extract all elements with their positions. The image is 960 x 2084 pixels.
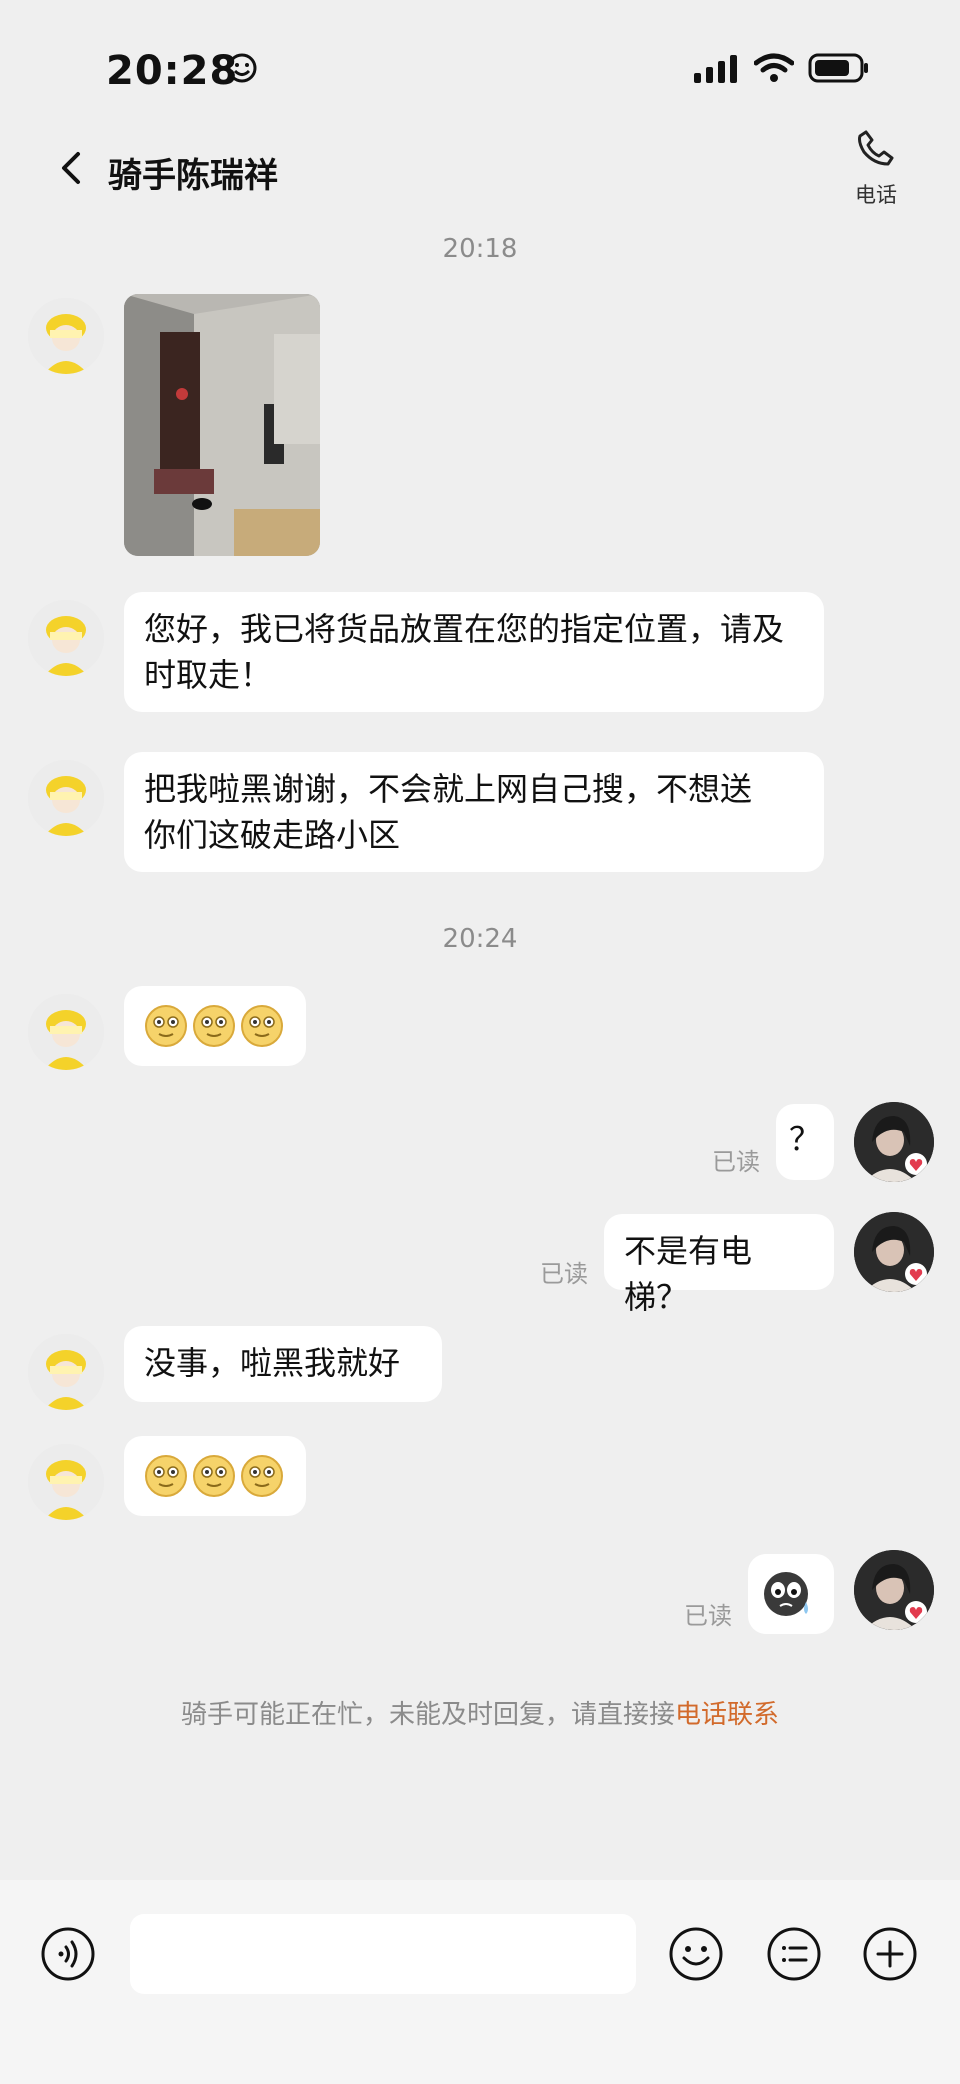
status-icons xyxy=(692,52,870,84)
my-sticker-bubble[interactable] xyxy=(748,1554,834,1634)
rider-avatar-icon xyxy=(28,600,104,676)
cry-sticker-icon xyxy=(764,1572,808,1616)
status-time: 20:28 xyxy=(106,48,239,94)
rider-avatar[interactable] xyxy=(28,1334,104,1410)
my-message-bubble[interactable]: ？ xyxy=(776,1104,834,1180)
rider-avatar-icon xyxy=(28,298,104,374)
smile-emoji-icon xyxy=(193,1455,235,1497)
signal-icon xyxy=(694,55,737,83)
rider-avatar-icon xyxy=(28,1444,104,1520)
my-avatar-icon xyxy=(854,1102,934,1182)
my-avatar-icon xyxy=(854,1550,934,1630)
my-avatar[interactable] xyxy=(854,1102,934,1182)
emoji-message[interactable] xyxy=(124,986,306,1066)
message-bubble[interactable]: 没事，啦黑我就好 xyxy=(124,1326,442,1402)
smile-icon xyxy=(669,1927,723,1981)
quick-reply-button[interactable] xyxy=(766,1926,822,1982)
timestamp: 20:24 xyxy=(442,924,518,954)
voice-icon xyxy=(41,1927,95,1981)
status-emoji-icon xyxy=(226,52,258,84)
call-label: 电话 xyxy=(855,183,897,207)
phone-icon xyxy=(858,130,894,166)
rider-avatar[interactable] xyxy=(28,994,104,1070)
my-avatar[interactable] xyxy=(854,1212,934,1292)
back-button[interactable] xyxy=(54,148,90,188)
rider-avatar[interactable] xyxy=(28,1444,104,1520)
list-icon xyxy=(767,1927,821,1981)
timestamp: 20:18 xyxy=(442,234,518,264)
battery-icon xyxy=(808,53,868,83)
read-receipt: 已读 xyxy=(712,1148,760,1176)
emoji-message[interactable] xyxy=(124,1436,306,1516)
system-notice: 骑手可能正在忙，未能及时回复，请直接接电话联系 xyxy=(0,1694,960,1731)
smile-emoji-icon xyxy=(241,1455,283,1497)
message-text: 没事，啦黑我就好 xyxy=(144,1344,401,1382)
rider-avatar[interactable] xyxy=(28,760,104,836)
rider-avatar[interactable] xyxy=(28,298,104,374)
rider-avatar-icon xyxy=(28,760,104,836)
call-button[interactable]: 电话 xyxy=(836,126,916,209)
message-text: 不是有电梯？ xyxy=(624,1232,753,1316)
my-message-bubble[interactable]: 不是有电梯？ xyxy=(604,1214,834,1316)
smile-emoji-icon xyxy=(193,1005,235,1047)
smile-emoji-icon xyxy=(145,1455,187,1497)
my-avatar[interactable] xyxy=(854,1550,934,1630)
message-input[interactable] xyxy=(130,1914,636,1994)
message-text: 您好，我已将货品放置在您的指定位置，请及时取走！ xyxy=(144,610,785,694)
wifi-icon xyxy=(754,53,794,82)
phone-contact-link[interactable]: 电话联系 xyxy=(675,1700,779,1730)
message-text-line: 把我啦黑谢谢，不会就上网自己搜，不想送 xyxy=(144,770,753,808)
rider-avatar-icon xyxy=(28,1334,104,1410)
chat-title: 骑手陈瑞祥 xyxy=(108,156,278,196)
rider-avatar[interactable] xyxy=(28,600,104,676)
more-button[interactable] xyxy=(862,1926,918,1982)
message-bubble[interactable]: 您好，我已将货品放置在您的指定位置，请及时取走！ xyxy=(124,592,824,712)
smile-emoji-icon xyxy=(145,1005,187,1047)
chevron-left-icon xyxy=(62,152,80,184)
read-receipt: 已读 xyxy=(540,1260,588,1288)
voice-button[interactable] xyxy=(40,1926,96,1982)
emoji-button[interactable] xyxy=(668,1926,724,1982)
message-text-line: 你们这破走路小区 xyxy=(144,816,401,854)
message-bubble[interactable]: 把我啦黑谢谢，不会就上网自己搜，不想送 你们这破走路小区 xyxy=(124,752,824,872)
rider-avatar-icon xyxy=(28,994,104,1070)
notice-text: 骑手可能正在忙，未能及时回复，请直接接 xyxy=(180,1700,675,1730)
plus-icon xyxy=(863,1927,917,1981)
my-avatar-icon xyxy=(854,1212,934,1292)
photo-message[interactable] xyxy=(124,294,320,556)
message-text: ？ xyxy=(788,1120,821,1158)
smile-emoji-icon xyxy=(241,1005,283,1047)
read-receipt: 已读 xyxy=(684,1602,732,1630)
